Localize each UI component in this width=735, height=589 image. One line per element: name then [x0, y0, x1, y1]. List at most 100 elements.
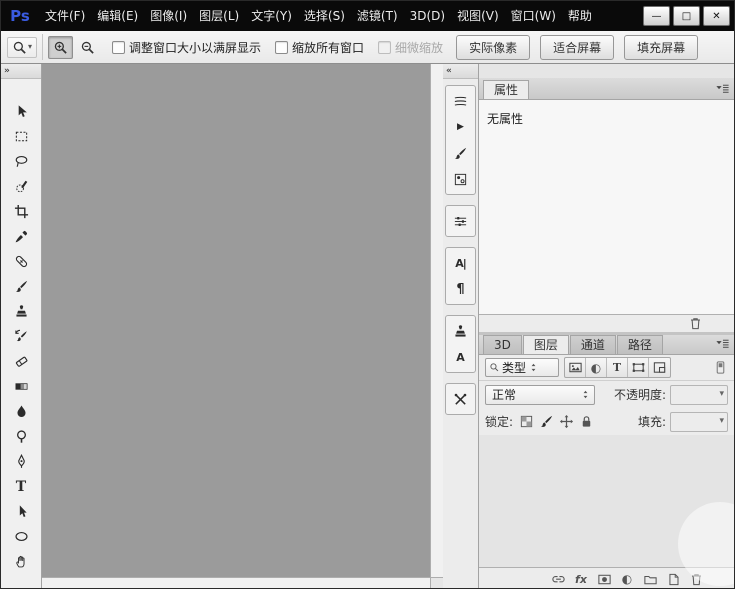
- maximize-button[interactable]: □: [673, 6, 700, 26]
- link-layers-button[interactable]: [548, 570, 568, 588]
- menu-item[interactable]: 帮助: [562, 1, 598, 31]
- horizontal-scrollbar[interactable]: [42, 577, 430, 589]
- clone-source-panel-button[interactable]: [446, 318, 475, 344]
- eraser-tool[interactable]: [1, 349, 41, 374]
- brush-presets-panel-button[interactable]: [446, 88, 475, 114]
- quick-selection-tool[interactable]: [1, 174, 41, 199]
- layer-style-button[interactable]: fx: [571, 570, 591, 588]
- blur-tool[interactable]: [1, 399, 41, 424]
- menu-item[interactable]: 文件(F): [39, 1, 91, 31]
- gradient-tool[interactable]: [1, 374, 41, 399]
- actual-pixels-button[interactable]: 实际像素: [456, 35, 530, 60]
- menu-item[interactable]: 图层(L): [193, 1, 245, 31]
- menu-item[interactable]: 文字(Y): [245, 1, 298, 31]
- character-styles-panel-button[interactable]: A: [446, 344, 475, 370]
- lock-buttons: [517, 412, 596, 431]
- eraser-tool-icon: [14, 354, 29, 369]
- menu-item[interactable]: 选择(S): [298, 1, 351, 31]
- add-mask-icon: [597, 572, 612, 587]
- blend-mode-dropdown[interactable]: 正常: [485, 385, 595, 405]
- zoom-in-icon: [53, 40, 68, 55]
- zoom-in-button[interactable]: [48, 36, 73, 59]
- actions-panel-button[interactable]: ▶: [446, 114, 475, 140]
- add-mask-button[interactable]: [594, 570, 614, 588]
- fill-screen-button[interactable]: 填充屏幕: [624, 35, 698, 60]
- lock-pixels-button[interactable]: [537, 412, 556, 431]
- paragraph-panel-button[interactable]: ¶: [446, 276, 475, 302]
- filter-toggle-icon[interactable]: [710, 359, 730, 377]
- move-tool[interactable]: [1, 99, 41, 124]
- layers-list[interactable]: [479, 435, 735, 567]
- properties-panel-menu-icon[interactable]: [715, 81, 730, 96]
- properties-trash-icon[interactable]: [685, 315, 705, 333]
- utilities-panel-button[interactable]: [446, 386, 475, 412]
- layers-panel-menu-icon[interactable]: [715, 336, 730, 351]
- adjustments-panel-button[interactable]: [446, 208, 475, 234]
- quick-selection-tool-icon: [14, 179, 29, 194]
- new-group-button[interactable]: [640, 570, 660, 588]
- blend-mode-value: 正常: [492, 386, 516, 403]
- filter-shape-layers-button[interactable]: [628, 358, 649, 377]
- spot-healing-brush-tool[interactable]: [1, 249, 41, 274]
- type-tool[interactable]: T: [1, 474, 41, 499]
- minimize-button[interactable]: —: [643, 6, 670, 26]
- filter-smart-objects-button[interactable]: [649, 358, 670, 377]
- pen-tool[interactable]: [1, 449, 41, 474]
- new-adjustment-layer-button[interactable]: ◐: [617, 570, 637, 588]
- vertical-scrollbar[interactable]: [430, 64, 443, 577]
- zoom-out-icon: [80, 40, 95, 55]
- crop-tool[interactable]: [1, 199, 41, 224]
- history-brush-tool[interactable]: [1, 324, 41, 349]
- menu-item[interactable]: 窗口(W): [505, 1, 562, 31]
- brush-tool[interactable]: [1, 274, 41, 299]
- eyedropper-tool[interactable]: [1, 224, 41, 249]
- scrubby-zoom-checkbox[interactable]: [378, 41, 391, 54]
- fit-screen-button[interactable]: 适合屏幕: [540, 35, 614, 60]
- lock-transparency-button[interactable]: [517, 412, 536, 431]
- titlebar[interactable]: Ps 文件(F)编辑(E)图像(I)图层(L)文字(Y)选择(S)滤镜(T)3D…: [1, 1, 734, 31]
- menu-item[interactable]: 3D(D): [404, 1, 451, 31]
- panel-group: [445, 205, 476, 237]
- tab-paths[interactable]: 路径: [617, 335, 663, 354]
- fill-dropdown[interactable]: ▾: [670, 412, 728, 432]
- tool-presets-panel-button[interactable]: [446, 140, 475, 166]
- panel-group: [445, 383, 476, 415]
- menu-item[interactable]: 编辑(E): [91, 1, 144, 31]
- tab-3d[interactable]: 3D: [483, 335, 522, 354]
- menu-item[interactable]: 滤镜(T): [351, 1, 404, 31]
- resize-windows-to-fit-checkbox[interactable]: [112, 41, 125, 54]
- tab-channels[interactable]: 通道: [570, 335, 616, 354]
- tab-layers[interactable]: 图层: [523, 335, 569, 354]
- filter-type-layers-button[interactable]: T: [607, 358, 628, 377]
- menu-item[interactable]: 图像(I): [144, 1, 193, 31]
- lock-position-button[interactable]: [557, 412, 576, 431]
- tab-properties[interactable]: 属性: [483, 80, 529, 99]
- filter-pixel-layers-button[interactable]: [565, 358, 586, 377]
- character-panel-button[interactable]: A|: [446, 250, 475, 276]
- rectangular-marquee-tool[interactable]: [1, 124, 41, 149]
- clone-stamp-tool[interactable]: [1, 299, 41, 324]
- delete-layer-button[interactable]: [686, 570, 706, 588]
- opacity-dropdown[interactable]: ▾: [670, 385, 728, 405]
- close-button[interactable]: ✕: [703, 6, 730, 26]
- actions-panel-icon: ▶: [457, 123, 464, 132]
- hand-tool[interactable]: [1, 549, 41, 574]
- styles-panel-button[interactable]: [446, 166, 475, 192]
- right-dock: 属性 无属性 3D图层通道路径 类型 ◐T: [479, 64, 735, 589]
- dodge-tool[interactable]: [1, 424, 41, 449]
- lasso-tool[interactable]: [1, 149, 41, 174]
- filter-kind-dropdown[interactable]: 类型: [485, 358, 559, 377]
- tool-preset-picker[interactable]: ▾: [7, 37, 37, 58]
- new-layer-button[interactable]: [663, 570, 683, 588]
- lock-all-button[interactable]: [577, 412, 596, 431]
- zoom-out-button[interactable]: [75, 36, 100, 59]
- ellipse-tool[interactable]: [1, 524, 41, 549]
- path-selection-tool[interactable]: [1, 499, 41, 524]
- filter-adjustment-layers-button[interactable]: ◐: [586, 358, 607, 377]
- workspace: » T « ▶A|¶A 属性 无属性: [1, 64, 735, 589]
- menu-item[interactable]: 视图(V): [451, 1, 505, 31]
- tool-dock-header[interactable]: »: [1, 64, 41, 79]
- panel-dock-header[interactable]: «: [443, 64, 478, 79]
- canvas[interactable]: [42, 64, 430, 577]
- zoom-all-windows-checkbox[interactable]: [275, 41, 288, 54]
